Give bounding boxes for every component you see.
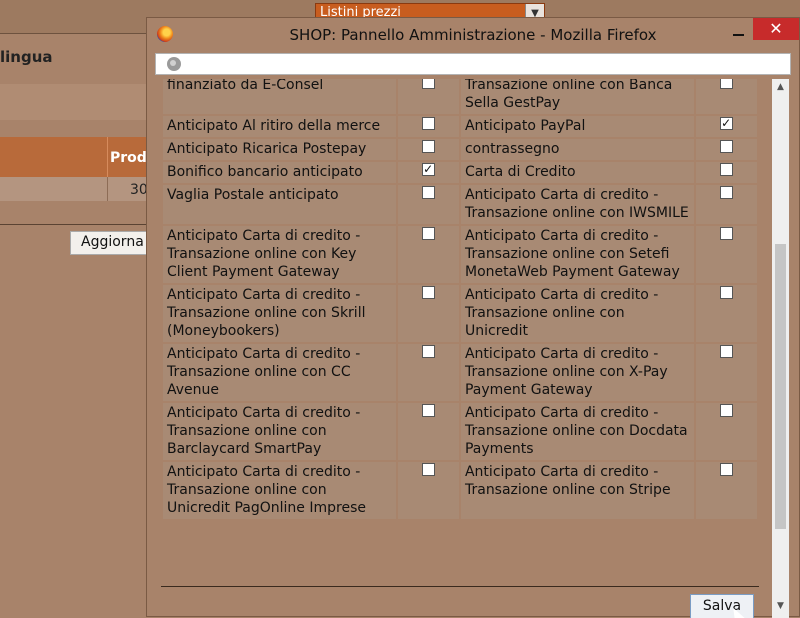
payment-method-checkbox-cell bbox=[696, 139, 757, 160]
payment-row: finanziato da E-Consel Transazione online… bbox=[163, 79, 757, 114]
payment-method-checkbox[interactable] bbox=[422, 286, 436, 299]
payment-method-checkbox[interactable] bbox=[720, 114, 734, 132]
payment-method-checkbox[interactable] bbox=[720, 163, 734, 176]
address-bar[interactable] bbox=[155, 53, 791, 75]
payment-row: Anticipato Carta di credito - Transazion… bbox=[163, 403, 757, 460]
payment-method-checkbox[interactable] bbox=[720, 227, 734, 240]
close-button[interactable]: ✕ bbox=[753, 18, 799, 40]
footer-divider bbox=[161, 586, 759, 587]
payment-row: Bonifico bancario anticipato Carta di Cre… bbox=[163, 160, 757, 183]
payment-row: Anticipato Carta di credito - Transazion… bbox=[163, 226, 757, 283]
payment-method-label: Anticipato Carta di credito - Transazion… bbox=[163, 226, 397, 283]
payment-method-checkbox-cell bbox=[398, 79, 459, 114]
payment-method-checkbox[interactable] bbox=[422, 404, 436, 417]
divider bbox=[0, 224, 160, 225]
payment-method-checkbox-cell bbox=[696, 403, 757, 460]
payment-method-checkbox-cell bbox=[398, 139, 459, 160]
payment-method-label: Anticipato PayPal bbox=[460, 116, 695, 137]
payment-method-label: Transazione online con Banca Sella GestP… bbox=[460, 79, 695, 114]
background-band bbox=[0, 84, 160, 120]
payment-row: Anticipato Al ritiro della merce Anticipa… bbox=[163, 114, 757, 137]
payment-methods-panel: finanziato da E-Consel Transazione online… bbox=[155, 79, 772, 618]
payment-method-checkbox[interactable] bbox=[720, 286, 734, 299]
payment-method-checkbox-cell bbox=[696, 462, 757, 519]
vertical-scrollbar[interactable]: ▲ ▼ bbox=[772, 79, 789, 618]
payment-method-checkbox[interactable] bbox=[422, 117, 436, 130]
payment-method-checkbox[interactable] bbox=[720, 79, 734, 89]
payment-method-checkbox[interactable] bbox=[720, 186, 734, 199]
scroll-up-arrow-icon[interactable]: ▲ bbox=[772, 79, 789, 96]
title-bar[interactable]: SHOP: Pannello Amministrazione - Mozilla… bbox=[147, 18, 799, 50]
payment-method-checkbox-cell bbox=[696, 162, 757, 183]
globe-icon bbox=[167, 57, 181, 71]
payment-method-checkbox-cell bbox=[398, 403, 459, 460]
payment-row: Anticipato Carta di credito - Transazion… bbox=[163, 344, 757, 401]
payment-method-checkbox[interactable] bbox=[422, 140, 436, 153]
payment-method-label: Anticipato Carta di credito - Transazion… bbox=[163, 462, 397, 519]
payment-method-label: Anticipato Carta di credito - Transazion… bbox=[163, 344, 397, 401]
payment-method-checkbox-cell bbox=[398, 116, 459, 137]
payment-method-checkbox-cell bbox=[398, 344, 459, 401]
payment-method-label: Anticipato Al ritiro della merce bbox=[163, 116, 397, 137]
payment-method-label: Anticipato Carta di credito - Transazion… bbox=[460, 462, 695, 519]
payment-method-checkbox-cell bbox=[696, 344, 757, 401]
payment-method-checkbox[interactable] bbox=[720, 345, 734, 358]
payment-method-label: Bonifico bancario anticipato bbox=[163, 162, 397, 183]
payment-method-checkbox-cell bbox=[696, 226, 757, 283]
payment-row: Anticipato Carta di credito - Transazion… bbox=[163, 462, 757, 519]
payment-method-checkbox[interactable] bbox=[422, 227, 436, 240]
payment-method-checkbox[interactable] bbox=[422, 463, 436, 476]
payment-method-checkbox-cell bbox=[398, 160, 459, 183]
payment-method-label: Carta di Credito bbox=[460, 162, 695, 183]
payment-method-checkbox-cell bbox=[696, 79, 757, 114]
payment-method-label: Anticipato Carta di credito - Transazion… bbox=[460, 185, 695, 224]
payment-method-checkbox-cell bbox=[398, 226, 459, 283]
payment-method-checkbox[interactable] bbox=[720, 463, 734, 476]
payment-method-checkbox-cell bbox=[696, 285, 757, 342]
payment-method-checkbox[interactable] bbox=[720, 404, 734, 417]
firefox-popup-window: SHOP: Pannello Amministrazione - Mozilla… bbox=[146, 17, 800, 618]
scrollbar-thumb[interactable] bbox=[775, 244, 786, 529]
payment-method-label: Anticipato Carta di credito - Transazion… bbox=[460, 403, 695, 460]
payment-method-checkbox-cell bbox=[398, 185, 459, 224]
payment-row: Anticipato Carta di credito - Transazion… bbox=[163, 285, 757, 342]
payment-method-checkbox[interactable] bbox=[422, 345, 436, 358]
row-separator bbox=[107, 177, 108, 201]
payment-method-label: Anticipato Carta di credito - Transazion… bbox=[460, 285, 695, 342]
payment-method-label: Anticipato Carta di credito - Transazion… bbox=[163, 285, 397, 342]
minimize-button[interactable] bbox=[731, 26, 745, 40]
payment-method-checkbox[interactable] bbox=[422, 186, 436, 199]
payment-method-label: finanziato da E-Consel bbox=[163, 79, 397, 114]
payment-row: Vaglia Postale anticipato Anticipato Cart… bbox=[163, 185, 757, 224]
payment-method-label: Anticipato Carta di credito - Transazion… bbox=[460, 344, 695, 401]
language-label: lingua bbox=[0, 48, 53, 66]
payment-method-label: Anticipato Ricarica Postepay bbox=[163, 139, 397, 160]
window-title: SHOP: Pannello Amministrazione - Mozilla… bbox=[289, 26, 657, 44]
payment-method-label: contrassegno bbox=[460, 139, 695, 160]
payment-method-checkbox[interactable] bbox=[720, 140, 734, 153]
payment-method-label: Anticipato Carta di credito - Transazion… bbox=[163, 403, 397, 460]
payment-row: Anticipato Ricarica Postepay contrassegno bbox=[163, 139, 757, 160]
column-header-prod: Prod bbox=[110, 150, 147, 166]
payment-method-label: Anticipato Carta di credito - Transazion… bbox=[460, 226, 695, 283]
payment-method-checkbox-cell bbox=[398, 285, 459, 342]
scroll-down-arrow-icon[interactable]: ▼ bbox=[772, 598, 789, 615]
payment-method-checkbox[interactable] bbox=[422, 160, 436, 178]
payment-method-checkbox-cell bbox=[696, 185, 757, 224]
header-separator bbox=[107, 137, 108, 177]
payment-method-checkbox[interactable] bbox=[422, 79, 436, 89]
payment-method-label: Vaglia Postale anticipato bbox=[163, 185, 397, 224]
payment-method-checkbox-cell bbox=[696, 114, 757, 137]
payment-methods-table: finanziato da E-Consel Transazione online… bbox=[161, 79, 759, 521]
save-button[interactable]: Salva bbox=[690, 594, 754, 618]
payment-method-checkbox-cell bbox=[398, 462, 459, 519]
